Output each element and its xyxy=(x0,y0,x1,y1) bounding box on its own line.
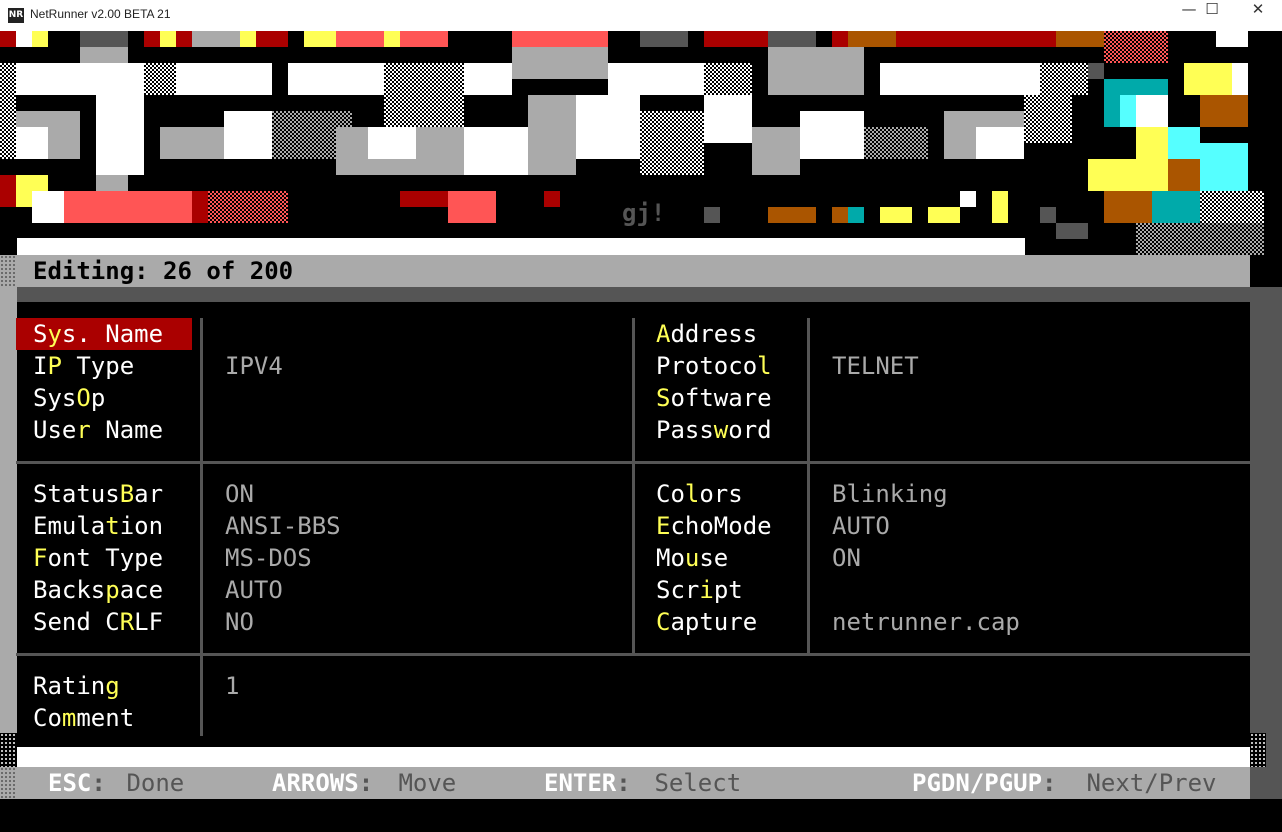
window-titlebar: NR NetRunner v2.00 BETA 21 — ☐ ✕ xyxy=(0,0,1282,32)
field-script[interactable]: Script xyxy=(656,574,743,606)
emulation-value: ANSI-BBS xyxy=(225,512,341,540)
arrows-key-hint[interactable]: ARROWS: xyxy=(272,767,373,799)
field-mouse[interactable]: Mouse xyxy=(656,542,728,574)
edge-dither xyxy=(0,767,16,799)
field-password[interactable]: Password xyxy=(656,414,772,446)
enter-key-hint[interactable]: ENTER: xyxy=(544,767,631,799)
colors-value: Blinking xyxy=(832,480,948,508)
field-user-name[interactable]: User Name xyxy=(33,414,163,446)
protocol-value: TELNET xyxy=(832,352,919,380)
ansi-art-banner: gj! xyxy=(0,31,1282,255)
field-sys-name[interactable]: Sys. Name xyxy=(33,318,163,350)
field-protocol[interactable]: Protocol xyxy=(656,350,772,382)
send-crlf-value: NO xyxy=(225,608,254,636)
field-echomode[interactable]: EchoMode xyxy=(656,510,772,542)
frame-top xyxy=(17,287,1250,302)
close-button[interactable]: ✕ xyxy=(1235,0,1281,31)
footer-edge xyxy=(1250,767,1282,799)
frame-bottom xyxy=(17,747,1250,767)
banner-signature: gj! xyxy=(622,199,665,227)
pgdn-pgup-action: Next/Prev xyxy=(1072,769,1217,797)
pgdn-pgup-key-hint[interactable]: PGDN/PGUP: xyxy=(912,767,1057,799)
field-font-type[interactable]: Font Type xyxy=(33,542,163,574)
field-rating[interactable]: Rating xyxy=(33,670,120,702)
statusbar-value: ON xyxy=(225,480,254,508)
esc-action: Done xyxy=(112,769,185,797)
editing-status-bar: Editing: 26 of 200 xyxy=(0,255,1250,287)
mouse-value: ON xyxy=(832,544,861,572)
field-colors[interactable]: Colors xyxy=(656,478,743,510)
field-comment[interactable]: Comment xyxy=(33,702,134,734)
frame-bottom-left-dither xyxy=(0,733,17,767)
banner-divider xyxy=(17,238,1025,255)
backspace-value: AUTO xyxy=(225,576,283,604)
capture-value: netrunner.cap xyxy=(832,608,1020,636)
grid-divider xyxy=(632,318,635,654)
font-type-value: MS-DOS xyxy=(225,544,312,572)
edge-dither xyxy=(0,255,16,287)
enter-action: Select xyxy=(640,769,742,797)
field-software[interactable]: Software xyxy=(656,382,772,414)
field-address[interactable]: Address xyxy=(656,318,757,350)
grid-divider xyxy=(807,318,810,654)
field-capture[interactable]: Capture xyxy=(656,606,757,638)
field-sysop[interactable]: SysOp xyxy=(33,382,105,414)
esc-key-hint[interactable]: ESC: xyxy=(48,767,106,799)
field-emulation[interactable]: Emulation xyxy=(33,510,163,542)
editing-label: Editing: 26 of 200 xyxy=(33,257,294,285)
echomode-value: AUTO xyxy=(832,512,890,540)
window-title: NetRunner v2.00 BETA 21 xyxy=(30,7,171,21)
rating-value: 1 xyxy=(225,672,240,700)
frame-bottom-right-dither xyxy=(1250,733,1266,767)
frame-left xyxy=(0,287,17,767)
grid-divider xyxy=(200,318,203,736)
grid-divider xyxy=(16,653,1250,656)
arrows-action: Move xyxy=(384,769,457,797)
field-send-crlf[interactable]: Send CRLF xyxy=(33,606,163,638)
grid-divider xyxy=(16,461,1250,464)
maximize-button[interactable]: ☐ xyxy=(1189,0,1235,31)
key-help-bar: ESC: Done ARROWS: Move ENTER: Select PGD… xyxy=(0,767,1250,799)
frame-right xyxy=(1250,287,1282,767)
field-ip-type[interactable]: IP Type xyxy=(33,350,134,382)
field-statusbar[interactable]: StatusBar xyxy=(33,478,163,510)
app-logo-icon: NR xyxy=(8,8,24,23)
field-backspace[interactable]: Backspace xyxy=(33,574,163,606)
ip-type-value: IPV4 xyxy=(225,352,283,380)
